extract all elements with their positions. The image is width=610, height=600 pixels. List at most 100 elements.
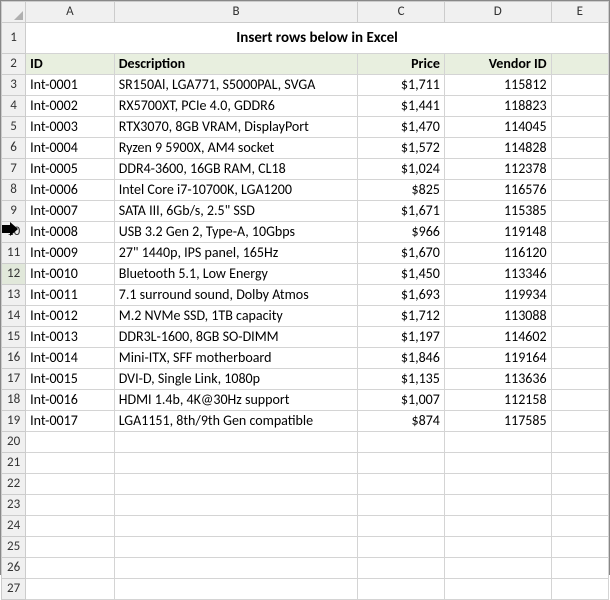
row-header[interactable]: 8	[2, 180, 26, 201]
sheet-title[interactable]: Insert rows below in Excel	[26, 23, 609, 54]
row-header[interactable]: 27	[2, 579, 26, 600]
cell-id[interactable]: Int-0008	[26, 222, 115, 243]
empty-cell[interactable]	[358, 516, 445, 537]
cell-empty[interactable]	[551, 327, 608, 348]
cell-price[interactable]: $1,470	[358, 117, 445, 138]
cell-price[interactable]: $1,135	[358, 369, 445, 390]
cell-description[interactable]: DDR4-3600, 16GB RAM, CL18	[114, 159, 358, 180]
cell-empty[interactable]	[551, 75, 608, 96]
cell-description[interactable]: DDR3L-1600, 8GB SO-DIMM	[114, 327, 358, 348]
cell-id[interactable]: Int-0001	[26, 75, 115, 96]
row-header[interactable]: 12	[2, 264, 26, 285]
empty-cell[interactable]	[551, 474, 608, 495]
cell-vendor[interactable]: 115812	[444, 75, 551, 96]
cell-empty[interactable]	[551, 138, 608, 159]
column-header-B[interactable]: B	[114, 2, 358, 23]
cell-id[interactable]: Int-0010	[26, 264, 115, 285]
empty-cell[interactable]	[551, 558, 608, 579]
cell-price[interactable]: $1,711	[358, 75, 445, 96]
empty-cell[interactable]	[114, 495, 358, 516]
cell-empty[interactable]	[551, 369, 608, 390]
cell-empty[interactable]	[551, 180, 608, 201]
cell-description[interactable]: M.2 NVMe SSD, 1TB capacity	[114, 306, 358, 327]
row-header[interactable]: 2	[2, 54, 26, 75]
cell-description[interactable]: Ryzen 9 5900X, AM4 socket	[114, 138, 358, 159]
cell-description[interactable]: Mini-ITX, SFF motherboard	[114, 348, 358, 369]
row-header[interactable]: 9	[2, 201, 26, 222]
row-header[interactable]: 26	[2, 558, 26, 579]
cell-price[interactable]: $825	[358, 180, 445, 201]
cell-empty[interactable]	[551, 117, 608, 138]
cell-empty[interactable]	[551, 222, 608, 243]
cell-price[interactable]: $966	[358, 222, 445, 243]
header-description[interactable]: Description	[114, 54, 358, 75]
empty-cell[interactable]	[358, 558, 445, 579]
cell-description[interactable]: LGA1151, 8th/9th Gen compatible	[114, 411, 358, 432]
empty-cell[interactable]	[114, 516, 358, 537]
row-header[interactable]: 19	[2, 411, 26, 432]
cell-id[interactable]: Int-0005	[26, 159, 115, 180]
row-header[interactable]: 1	[2, 23, 26, 54]
empty-cell[interactable]	[358, 579, 445, 600]
empty-cell[interactable]	[114, 432, 358, 453]
empty-cell[interactable]	[444, 474, 551, 495]
empty-cell[interactable]	[358, 537, 445, 558]
cell-price[interactable]: $1,024	[358, 159, 445, 180]
cell-id[interactable]: Int-0002	[26, 96, 115, 117]
cell-vendor[interactable]: 114602	[444, 327, 551, 348]
cell-price[interactable]: $1,671	[358, 201, 445, 222]
cell-description[interactable]: USB 3.2 Gen 2, Type-A, 10Gbps	[114, 222, 358, 243]
empty-cell[interactable]	[551, 495, 608, 516]
cell-price[interactable]: $1,712	[358, 306, 445, 327]
empty-cell[interactable]	[358, 432, 445, 453]
row-header[interactable]: 18	[2, 390, 26, 411]
empty-cell[interactable]	[444, 495, 551, 516]
cell-id[interactable]: Int-0014	[26, 348, 115, 369]
cell-empty[interactable]	[551, 348, 608, 369]
cell-description[interactable]: DVI-D, Single Link, 1080p	[114, 369, 358, 390]
spreadsheet-grid[interactable]: A B C D E 1Insert rows below in Excel2ID…	[1, 1, 609, 600]
cell-price[interactable]: $1,197	[358, 327, 445, 348]
cell-empty[interactable]	[551, 96, 608, 117]
cell-description[interactable]: SATA III, 6Gb/s, 2.5" SSD	[114, 201, 358, 222]
cell-price[interactable]: $1,450	[358, 264, 445, 285]
empty-cell[interactable]	[26, 579, 115, 600]
cell-vendor[interactable]: 113636	[444, 369, 551, 390]
cell-id[interactable]: Int-0003	[26, 117, 115, 138]
row-header[interactable]: 5	[2, 117, 26, 138]
column-header-D[interactable]: D	[444, 2, 551, 23]
empty-cell[interactable]	[114, 558, 358, 579]
empty-cell[interactable]	[114, 579, 358, 600]
row-header[interactable]: 14	[2, 306, 26, 327]
empty-cell[interactable]	[358, 453, 445, 474]
cell-id[interactable]: Int-0015	[26, 369, 115, 390]
row-header[interactable]: 11	[2, 243, 26, 264]
cell-empty[interactable]	[551, 243, 608, 264]
cell-vendor[interactable]: 119164	[444, 348, 551, 369]
cell-empty[interactable]	[551, 285, 608, 306]
empty-cell[interactable]	[444, 537, 551, 558]
cell-id[interactable]: Int-0013	[26, 327, 115, 348]
cell-vendor[interactable]: 116120	[444, 243, 551, 264]
empty-cell[interactable]	[26, 474, 115, 495]
cell-vendor[interactable]: 113088	[444, 306, 551, 327]
empty-cell[interactable]	[551, 516, 608, 537]
column-header-C[interactable]: C	[358, 2, 445, 23]
cell-price[interactable]: $1,670	[358, 243, 445, 264]
header-id[interactable]: ID	[26, 54, 115, 75]
cell-id[interactable]: Int-0004	[26, 138, 115, 159]
cell-vendor[interactable]: 119148	[444, 222, 551, 243]
header-vendor[interactable]: Vendor ID	[444, 54, 551, 75]
empty-cell[interactable]	[551, 432, 608, 453]
cell-description[interactable]: Intel Core i7-10700K, LGA1200	[114, 180, 358, 201]
cell-price[interactable]: $1,007	[358, 390, 445, 411]
row-header[interactable]: 16	[2, 348, 26, 369]
cell-description[interactable]: 7.1 surround sound, Dolby Atmos	[114, 285, 358, 306]
row-header[interactable]: 6	[2, 138, 26, 159]
row-header[interactable]: 24	[2, 516, 26, 537]
empty-cell[interactable]	[444, 516, 551, 537]
empty-cell[interactable]	[358, 495, 445, 516]
cell-description[interactable]: 27" 1440p, IPS panel, 165Hz	[114, 243, 358, 264]
row-header[interactable]: 10	[2, 222, 26, 243]
cell-empty[interactable]	[551, 264, 608, 285]
